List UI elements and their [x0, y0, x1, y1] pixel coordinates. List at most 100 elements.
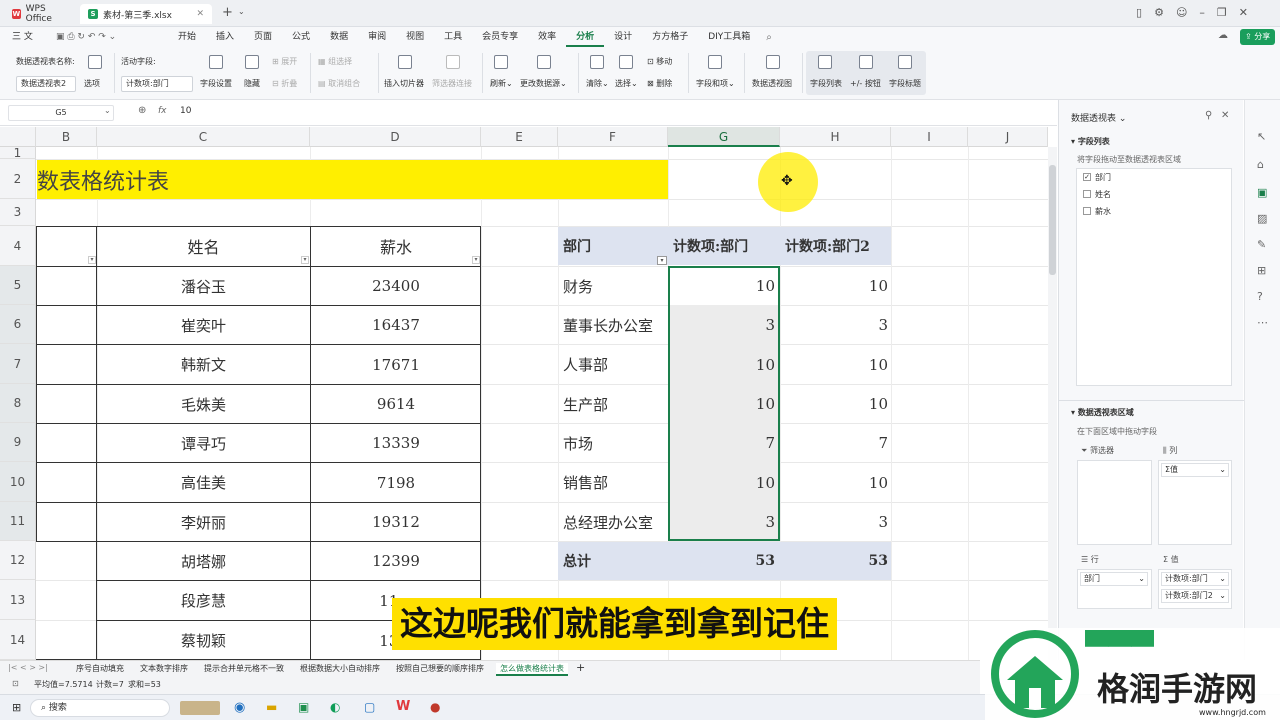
- tools-icon[interactable]: ✎: [1257, 238, 1266, 251]
- menu-review[interactable]: 审阅: [358, 27, 396, 47]
- filter-drop-area[interactable]: [1077, 460, 1152, 545]
- salary-cell[interactable]: 23400: [311, 267, 481, 305]
- pivot-header-count2[interactable]: 计数项:部门2: [780, 227, 891, 265]
- field-label[interactable]: 姓名: [1095, 189, 1111, 200]
- row-header[interactable]: 9: [0, 423, 36, 462]
- field-checkbox-name[interactable]: [1083, 190, 1091, 198]
- menu-efficiency[interactable]: 效率: [528, 27, 566, 47]
- field-checkbox-dept[interactable]: ✓: [1083, 173, 1091, 181]
- menu-design[interactable]: 设计: [604, 27, 642, 47]
- fields-items-button[interactable]: 字段和项⌄: [696, 78, 735, 89]
- pointer-icon[interactable]: ↖: [1257, 130, 1266, 143]
- menu-member[interactable]: 会员专享: [472, 27, 528, 47]
- plus-minus-button[interactable]: +/- 按钮: [850, 78, 881, 89]
- column-header[interactable]: F: [558, 127, 668, 147]
- pin-icon[interactable]: ⚲: [1205, 110, 1212, 121]
- column-field-chip[interactable]: Σ值 ⌄: [1161, 463, 1229, 477]
- pivot-count2-cell[interactable]: 10: [780, 267, 891, 305]
- new-tab-icon[interactable]: +: [222, 5, 233, 20]
- pivot-count1-cell[interactable]: 10: [668, 385, 778, 423]
- folder-icon[interactable]: ▬: [266, 700, 277, 714]
- active-field-input[interactable]: 计数项:部门: [121, 76, 193, 92]
- name-cell[interactable]: 崔奕叶: [97, 306, 310, 344]
- row-header[interactable]: 4: [0, 226, 36, 266]
- taskbar-search[interactable]: ⌕ 搜索: [30, 699, 170, 717]
- scrollbar-thumb[interactable]: [1049, 165, 1056, 275]
- salary-cell[interactable]: 12399: [311, 542, 481, 580]
- layout-icon[interactable]: ▯: [1136, 6, 1142, 19]
- shapes-icon[interactable]: ⌂: [1257, 158, 1264, 171]
- row-header[interactable]: 13: [0, 580, 36, 620]
- tab-wps-office[interactable]: W WPS Office: [4, 4, 76, 24]
- zoom-icon[interactable]: ⊕: [138, 105, 146, 116]
- name-cell[interactable]: 谭寻巧: [97, 424, 310, 462]
- pivot-dept-cell[interactable]: 生产部: [558, 385, 668, 423]
- salary-cell[interactable]: 17671: [311, 345, 481, 384]
- menu-file[interactable]: 三 文件: [0, 27, 46, 62]
- pivot-total-label[interactable]: 总计: [558, 542, 668, 580]
- menu-data[interactable]: 数据: [320, 27, 358, 47]
- close-icon[interactable]: ✕: [1221, 110, 1229, 121]
- menu-ffcell[interactable]: 方方格子: [642, 27, 698, 47]
- group-selection-button[interactable]: ▦ 组选择: [318, 56, 352, 67]
- filter-dropdown-icon[interactable]: ▾: [88, 256, 96, 264]
- pivot-count1-cell[interactable]: 10: [668, 463, 778, 502]
- column-header[interactable]: I: [891, 127, 968, 147]
- pivot-dept-cell[interactable]: 董事长办公室: [558, 306, 668, 344]
- excel-icon[interactable]: ▣: [298, 700, 309, 714]
- recorder-icon[interactable]: ●: [430, 700, 440, 714]
- name-cell[interactable]: 胡塔娜: [97, 542, 310, 580]
- pivot-count2-cell[interactable]: 10: [780, 345, 891, 384]
- options-button[interactable]: 选项: [84, 78, 100, 89]
- close-icon[interactable]: ✕: [196, 9, 204, 19]
- row-header[interactable]: 5: [0, 266, 36, 305]
- pivot-count1-cell[interactable]: 3: [668, 503, 778, 541]
- pivot-count1-cell[interactable]: 10: [668, 267, 778, 305]
- edge-icon[interactable]: ◉: [234, 700, 245, 715]
- pivot-count2-cell[interactable]: 10: [780, 463, 891, 502]
- sheet-tab[interactable]: 提示合并单元格不一致: [204, 663, 284, 674]
- menu-tools[interactable]: 工具: [434, 27, 472, 47]
- name-cell[interactable]: 潘谷玉: [97, 267, 310, 305]
- column-header[interactable]: H: [780, 127, 891, 147]
- pivot-total-count1[interactable]: 53: [668, 542, 778, 580]
- value-field-chip[interactable]: 计数项:部门 ⌄: [1161, 572, 1229, 586]
- change-source-button[interactable]: 更改数据源⌄: [520, 78, 567, 89]
- restore-icon[interactable]: ❐: [1217, 6, 1227, 19]
- pivot-filter-dropdown-icon[interactable]: ▾: [657, 256, 667, 265]
- settings-icon[interactable]: ⚙: [1154, 6, 1164, 19]
- value-field-chip[interactable]: 计数项:部门2 ⌄: [1161, 589, 1229, 603]
- menu-diy[interactable]: DIY工具箱: [698, 27, 760, 47]
- salary-cell[interactable]: 7198: [311, 463, 481, 502]
- salary-cell[interactable]: 19312: [311, 503, 481, 541]
- grid-icon[interactable]: ⊞: [1257, 264, 1266, 277]
- sheet-tab[interactable]: 文本数字排序: [140, 663, 188, 674]
- select-button[interactable]: 选择⌄: [615, 78, 638, 89]
- pivot-count2-cell[interactable]: 3: [780, 503, 891, 541]
- pivot-count1-cell[interactable]: 10: [668, 345, 778, 384]
- salary-cell[interactable]: 13339: [311, 424, 481, 462]
- insert-slicer-button[interactable]: 插入切片器: [384, 78, 424, 89]
- wechat-icon[interactable]: ◐: [330, 700, 340, 714]
- wps-taskbar-icon[interactable]: W: [396, 699, 410, 714]
- name-cell[interactable]: 韩新文: [97, 345, 310, 384]
- sheet-nav-icons[interactable]: |< < > >|: [8, 663, 48, 672]
- pivot-dept-cell[interactable]: 销售部: [558, 463, 668, 502]
- chevron-down-icon[interactable]: ⌄: [104, 106, 111, 115]
- menu-page[interactable]: 页面: [244, 27, 282, 47]
- row-header[interactable]: 1: [0, 147, 36, 159]
- row-header[interactable]: 14: [0, 620, 36, 660]
- fx-icon[interactable]: fx: [158, 106, 167, 116]
- ungroup-button[interactable]: ▤ 取消组合: [318, 78, 360, 89]
- avatar[interactable]: ☺: [1176, 6, 1187, 19]
- row-header[interactable]: 7: [0, 344, 36, 384]
- minimize-icon[interactable]: –: [1199, 6, 1205, 19]
- column-header[interactable]: J: [968, 127, 1048, 147]
- name-cell[interactable]: 高佳美: [97, 463, 310, 502]
- expand-button[interactable]: ⊞ 展开: [272, 56, 297, 67]
- header-salary[interactable]: 薪水: [311, 227, 481, 265]
- image-icon[interactable]: ▨: [1257, 212, 1267, 225]
- share-button[interactable]: ⇪ 分享: [1240, 29, 1276, 45]
- pivot-panel-icon[interactable]: ▣: [1257, 186, 1267, 199]
- tab-document[interactable]: S 素材-第三季.xlsx ✕: [80, 4, 212, 24]
